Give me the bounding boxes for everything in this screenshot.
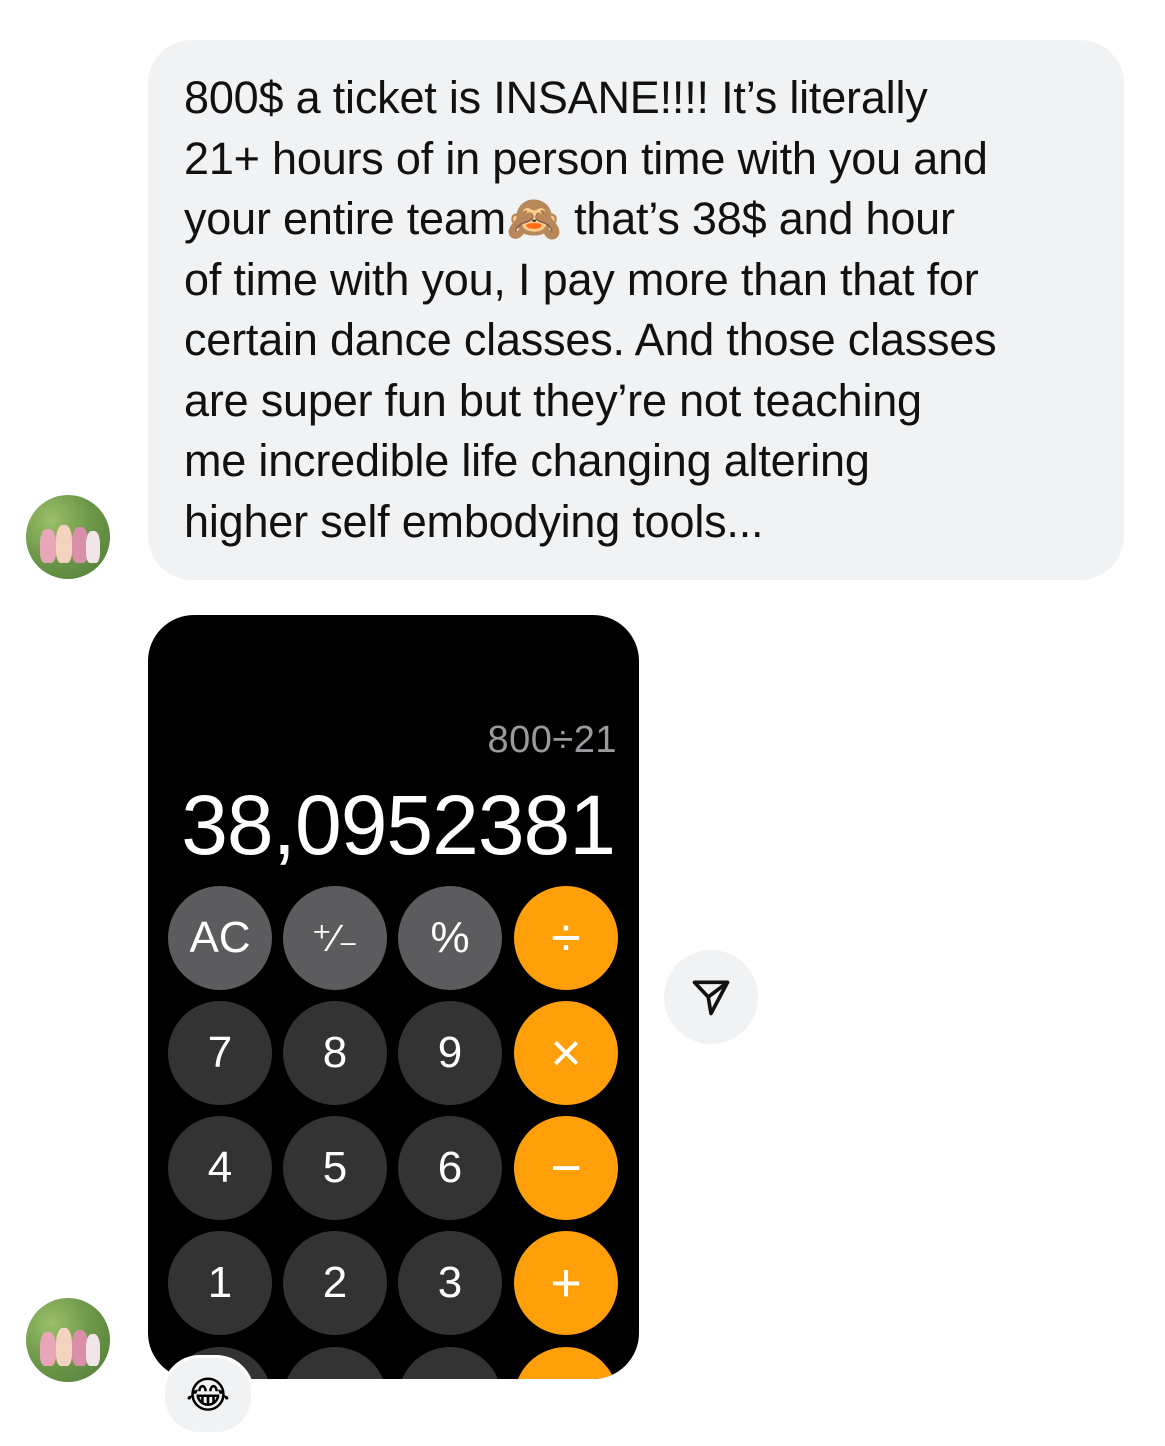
key-2: 2	[283, 1231, 387, 1335]
key-multiply: ×	[514, 1001, 618, 1105]
key-plus-minus: ⁺∕₋	[283, 886, 387, 990]
paper-plane-icon	[692, 980, 730, 1016]
key-partial	[283, 1347, 387, 1379]
key-plus: +	[514, 1231, 618, 1335]
sender-avatar[interactable]	[26, 1298, 110, 1382]
key-divide: ÷	[514, 886, 618, 990]
chat-thread: 800$ a ticket is INSANE!!!! It’s literal…	[0, 0, 1165, 1446]
key-4: 4	[168, 1116, 272, 1220]
calculator-image-message[interactable]: 800÷21 38,0952381 AC ⁺∕₋ % ÷ 7 8 9 × 4 5…	[148, 615, 639, 1379]
key-percent: %	[398, 886, 502, 990]
key-minus: −	[514, 1116, 618, 1220]
share-button[interactable]	[664, 950, 758, 1044]
message-reaction[interactable]: 😂	[162, 1355, 254, 1435]
key-5: 5	[283, 1116, 387, 1220]
message-bubble[interactable]: 800$ a ticket is INSANE!!!! It’s literal…	[148, 40, 1124, 580]
key-7: 7	[168, 1001, 272, 1105]
key-partial	[398, 1347, 502, 1379]
calculator-expression: 800÷21	[487, 719, 617, 761]
key-6: 6	[398, 1116, 502, 1220]
calculator-result: 38,0952381	[181, 778, 616, 872]
key-ac: AC	[168, 886, 272, 990]
message-text: 800$ a ticket is INSANE!!!! It’s literal…	[184, 72, 997, 547]
key-9: 9	[398, 1001, 502, 1105]
key-3: 3	[398, 1231, 502, 1335]
key-1: 1	[168, 1231, 272, 1335]
key-8: 8	[283, 1001, 387, 1105]
laughing-emoji-icon: 😂	[185, 1374, 231, 1417]
sender-avatar[interactable]	[26, 495, 110, 579]
key-partial	[514, 1347, 618, 1379]
